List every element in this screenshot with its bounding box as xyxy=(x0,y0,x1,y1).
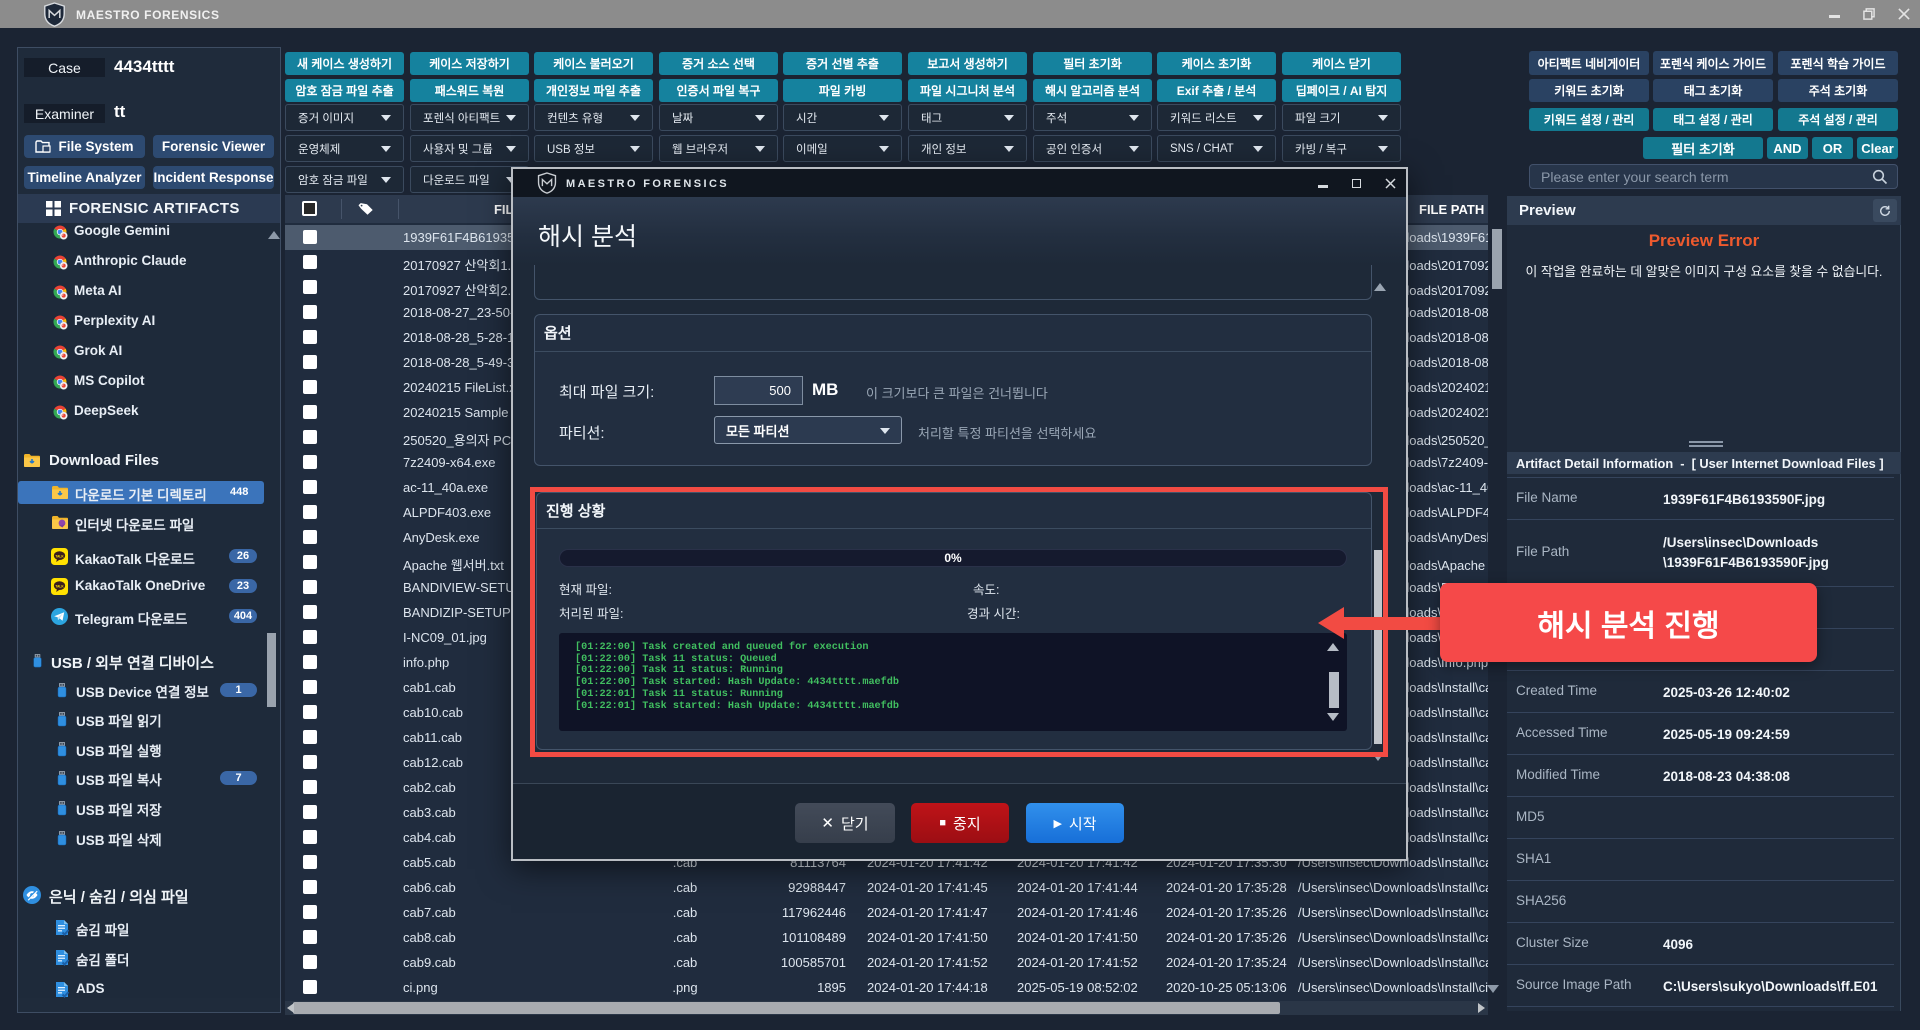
svg-text:TALK: TALK xyxy=(55,554,64,558)
svg-text:TALK: TALK xyxy=(55,584,64,588)
